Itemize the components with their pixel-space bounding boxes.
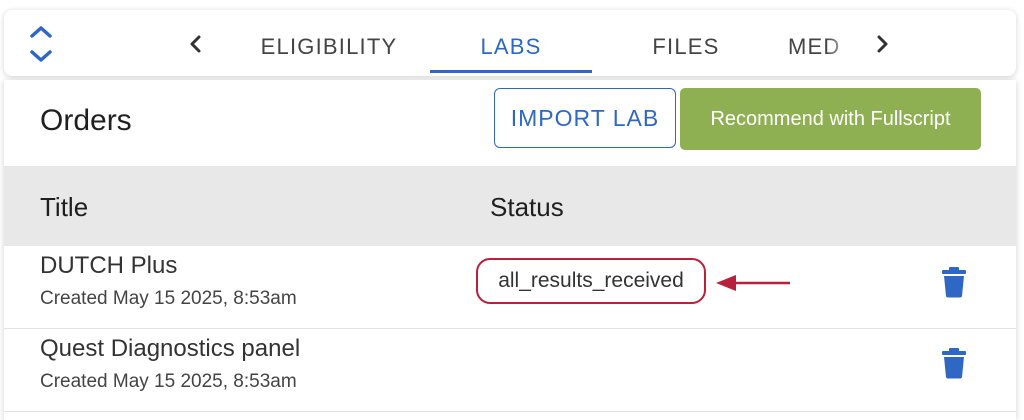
column-title: Title bbox=[40, 192, 89, 222]
table-row: Quest Diagnostics panel Created May 15 2… bbox=[4, 329, 1016, 412]
order-title: Quest Diagnostics panel bbox=[40, 335, 301, 362]
order-title: DUTCH Plus bbox=[40, 252, 178, 279]
trash-icon[interactable] bbox=[940, 347, 968, 379]
recommend-fullscript-button[interactable]: Recommend with Fullscript bbox=[680, 88, 981, 150]
tab-files[interactable]: FILES bbox=[616, 10, 756, 76]
order-created: Created May 15 2025, 8:53am bbox=[40, 371, 297, 392]
tab-list: ELIGIBILITY LABS FILES MED bbox=[220, 10, 854, 76]
active-tab-indicator bbox=[430, 70, 592, 73]
column-status: Status bbox=[490, 192, 564, 222]
tab-eligibility[interactable]: ELIGIBILITY bbox=[244, 10, 414, 76]
tab-labs[interactable]: LABS bbox=[430, 10, 592, 76]
panel-title: Orders bbox=[40, 104, 132, 137]
chevron-left-icon[interactable] bbox=[184, 32, 208, 56]
status-badge: all_results_received bbox=[476, 258, 706, 304]
unfold-icon[interactable] bbox=[26, 24, 56, 64]
order-created: Created May 15 2025, 8:53am bbox=[40, 288, 297, 309]
trash-icon[interactable] bbox=[940, 266, 968, 298]
import-lab-button[interactable]: IMPORT LAB bbox=[494, 88, 676, 148]
arrow-left-icon bbox=[712, 270, 792, 296]
table-header: Title Status bbox=[4, 166, 1016, 246]
orders-panel: Orders IMPORT LAB Recommend with Fullscr… bbox=[4, 80, 1016, 420]
tab-bar: ELIGIBILITY LABS FILES MED bbox=[4, 10, 1016, 76]
chevron-right-icon[interactable] bbox=[870, 32, 894, 56]
tab-overflow-fade bbox=[826, 20, 854, 70]
